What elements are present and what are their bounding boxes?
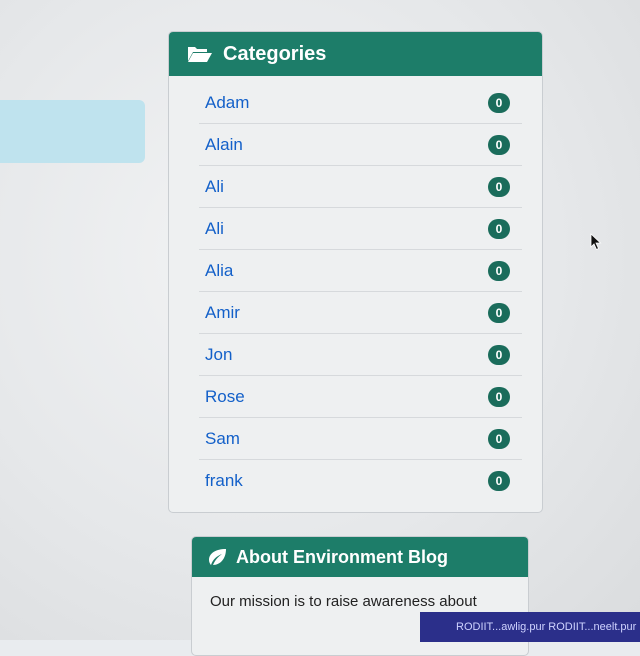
categories-list: Adam 0 Alain 0 Ali 0 Ali 0 Alia 0 Amir 0 [169,76,542,501]
category-count-badge: 0 [488,428,510,449]
category-link[interactable]: Alain [199,135,243,155]
category-link[interactable]: Ali [199,177,224,197]
category-count-badge: 0 [488,260,510,281]
category-link[interactable]: Ali [199,219,224,239]
category-link[interactable]: Amir [199,303,240,323]
main-content-panel [0,100,145,163]
mouse-cursor-icon [590,233,602,251]
category-item: frank 0 [199,460,522,501]
category-item: Ali 0 [199,208,522,250]
category-item: Jon 0 [199,334,522,376]
category-link[interactable]: Alia [199,261,233,281]
category-item: Alain 0 [199,124,522,166]
category-link[interactable]: Rose [199,387,245,407]
category-link[interactable]: Adam [199,93,249,113]
taskbar: RODIIT...awlig.pur RODIIT...neelt.pur [420,612,640,642]
category-count-badge: 0 [488,302,510,323]
category-count-badge: 0 [488,134,510,155]
category-count-badge: 0 [488,92,510,113]
category-link[interactable]: frank [199,471,243,491]
category-count-badge: 0 [488,176,510,197]
about-text: Our mission is to raise awareness about [210,593,477,610]
category-item: Ali 0 [199,166,522,208]
categories-card: Categories Adam 0 Alain 0 Ali 0 Ali 0 Al… [168,31,543,513]
category-link[interactable]: Sam [199,429,240,449]
about-header: About Environment Blog [192,537,528,577]
taskbar-items[interactable]: RODIIT...awlig.pur RODIIT...neelt.pur [456,621,636,633]
category-link[interactable]: Jon [199,345,232,365]
about-title: About Environment Blog [236,546,448,567]
category-count-badge: 0 [488,344,510,365]
categories-title: Categories [223,42,327,65]
screen: Categories Adam 0 Alain 0 Ali 0 Ali 0 Al… [0,0,640,656]
category-item: Alia 0 [199,250,522,292]
category-count-badge: 0 [488,470,510,491]
folder-open-icon [187,44,213,64]
category-item: Rose 0 [199,376,522,418]
categories-header: Categories [169,32,542,76]
leaf-icon [206,547,228,567]
category-item: Adam 0 [199,82,522,124]
category-count-badge: 0 [488,386,510,407]
category-item: Amir 0 [199,292,522,334]
category-count-badge: 0 [488,218,510,239]
category-item: Sam 0 [199,418,522,460]
